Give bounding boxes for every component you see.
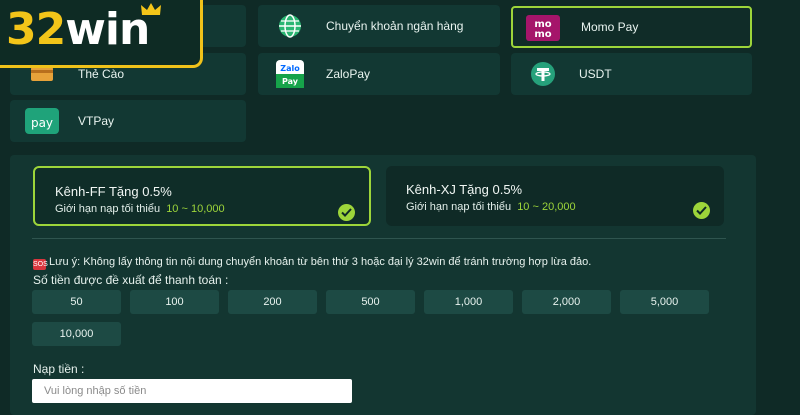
brand-logo[interactable]: 32win <box>0 0 203 68</box>
method-usdt[interactable]: USDT <box>511 53 752 95</box>
amount-option-10000[interactable]: 10,000 <box>32 322 121 346</box>
globe-icon <box>272 12 308 40</box>
warning-note: SOSLưu ý: Không lấy thông tin nội dung c… <box>33 256 591 270</box>
momo-logo-icon: mo mo <box>525 14 561 42</box>
channel-xj-limit: Giới hạn nạp tối thiểu 10 ~ 20,000 <box>406 201 576 213</box>
method-vtpay[interactable]: pay VTPay <box>10 100 246 142</box>
vtpay-logo-icon: pay <box>24 107 60 135</box>
channel-ff-limit: Giới hạn nạp tối thiểu 10 ~ 10,000 <box>55 203 225 215</box>
method-vtpay-label: VTPay <box>78 113 115 128</box>
amount-option-50[interactable]: 50 <box>32 290 121 314</box>
amount-option-500[interactable]: 500 <box>326 290 415 314</box>
logo-number: 32 <box>6 4 66 55</box>
channel-xj[interactable]: Kênh-XJ Tặng 0.5% Giới hạn nạp tối thiểu… <box>386 166 724 226</box>
method-bank-transfer[interactable]: Chuyển khoản ngân hàng <box>258 5 500 47</box>
logo-word: win <box>65 4 150 55</box>
amount-option-5000[interactable]: 5,000 <box>620 290 709 314</box>
amount-option-200[interactable]: 200 <box>228 290 317 314</box>
amount-option-100[interactable]: 100 <box>130 290 219 314</box>
method-momo[interactable]: mo mo Momo Pay <box>511 6 752 48</box>
method-usdt-label: USDT <box>579 66 612 81</box>
method-momo-label: Momo Pay <box>581 19 639 34</box>
deposit-label: Nạp tiền : <box>33 362 85 376</box>
divider <box>32 238 726 239</box>
zalopay-logo-icon: Zalo Pay <box>272 60 308 88</box>
sos-icon: SOS <box>33 259 48 270</box>
channel-ff-title: Kênh-FF Tặng 0.5% <box>55 184 172 199</box>
deposit-amount-input[interactable] <box>32 379 352 403</box>
check-icon <box>693 202 710 219</box>
svg-text:Zalo: Zalo <box>280 64 300 73</box>
crown-icon <box>141 3 161 15</box>
channel-ff[interactable]: Kênh-FF Tặng 0.5% Giới hạn nạp tối thiểu… <box>33 166 371 226</box>
check-icon <box>338 204 355 221</box>
svg-text:mo: mo <box>534 29 551 40</box>
warning-text: Lưu ý: Không lấy thông tin nội dung chuy… <box>49 256 592 268</box>
amount-option-2000[interactable]: 2,000 <box>522 290 611 314</box>
method-zalopay-label: ZaloPay <box>326 66 371 81</box>
method-card-label: Thẻ Cào <box>78 66 125 81</box>
method-zalopay[interactable]: Zalo Pay ZaloPay <box>258 53 500 95</box>
tether-icon <box>525 60 561 88</box>
suggested-amounts-label: Số tiền được đề xuất để thanh toán : <box>33 273 229 287</box>
method-bank-transfer-label: Chuyển khoản ngân hàng <box>326 18 464 33</box>
channel-xj-title: Kênh-XJ Tặng 0.5% <box>406 182 523 197</box>
svg-text:Pay: Pay <box>282 77 299 86</box>
amount-option-1000[interactable]: 1,000 <box>424 290 513 314</box>
svg-text:pay: pay <box>31 116 53 130</box>
